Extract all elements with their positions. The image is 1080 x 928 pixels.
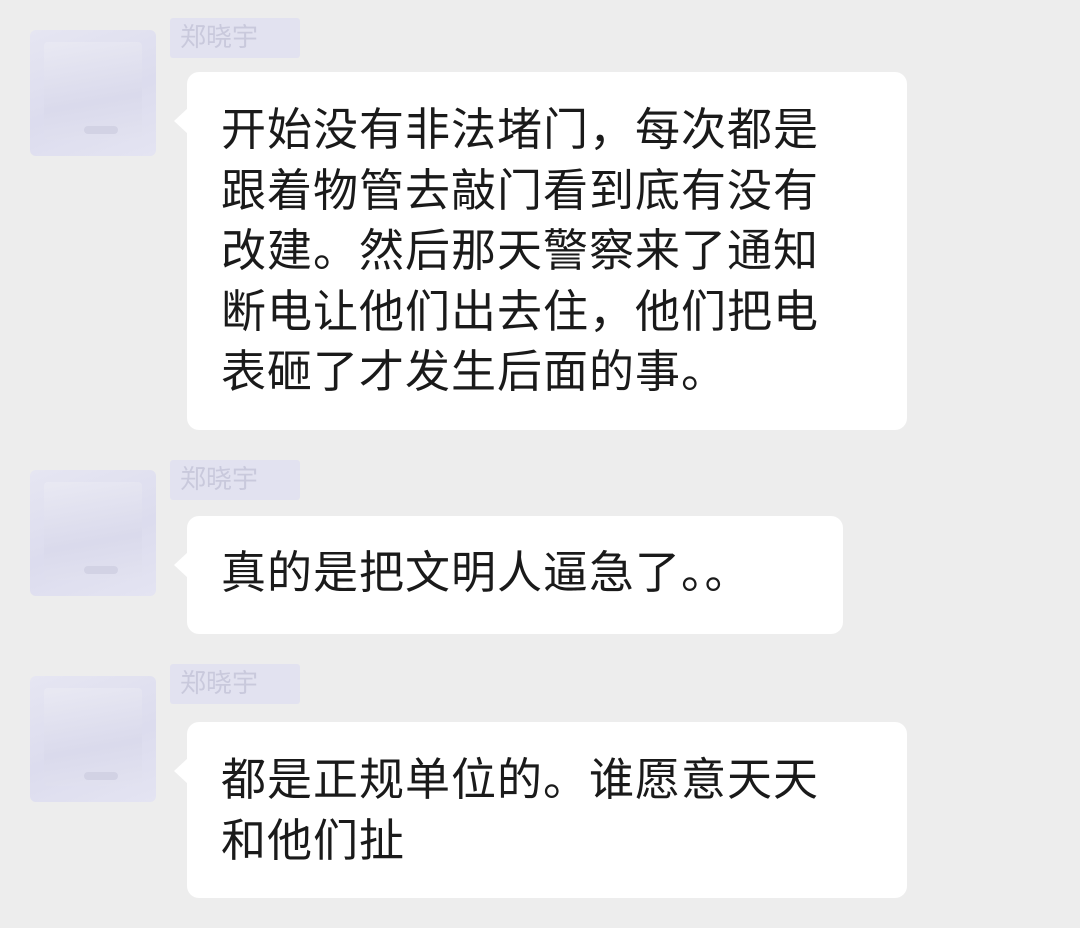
sender-avatar-icon[interactable] [30, 676, 156, 802]
message-text: 都是正规单位的。谁愿意天天 和他们扯 [221, 753, 820, 867]
sender-name: 郑晓宇 [170, 460, 300, 500]
message-text: 开始没有非法堵门，每次都是 跟着物管去敲门看到底有没有 改建。然后那天警察来了通… [221, 103, 820, 398]
avatar-redaction [44, 688, 142, 786]
message-text: 真的是把文明人逼急了。。 [221, 546, 751, 599]
avatar-redaction [44, 42, 142, 140]
message-bubble[interactable]: 都是正规单位的。谁愿意天天 和他们扯 [174, 722, 907, 898]
sender-name: 郑晓宇 [170, 18, 300, 58]
message-bubble[interactable]: 真的是把文明人逼急了。。 [174, 516, 843, 634]
avatar-redaction [44, 482, 142, 580]
message-bubble[interactable]: 开始没有非法堵门，每次都是 跟着物管去敲门看到底有没有 改建。然后那天警察来了通… [174, 72, 907, 430]
sender-avatar-icon[interactable] [30, 30, 156, 156]
sender-avatar-icon[interactable] [30, 470, 156, 596]
sender-name: 郑晓宇 [170, 664, 300, 704]
chat-message-list: 郑晓宇 开始没有非法堵门，每次都是 跟着物管去敲门看到底有没有 改建。然后那天警… [0, 0, 1080, 928]
